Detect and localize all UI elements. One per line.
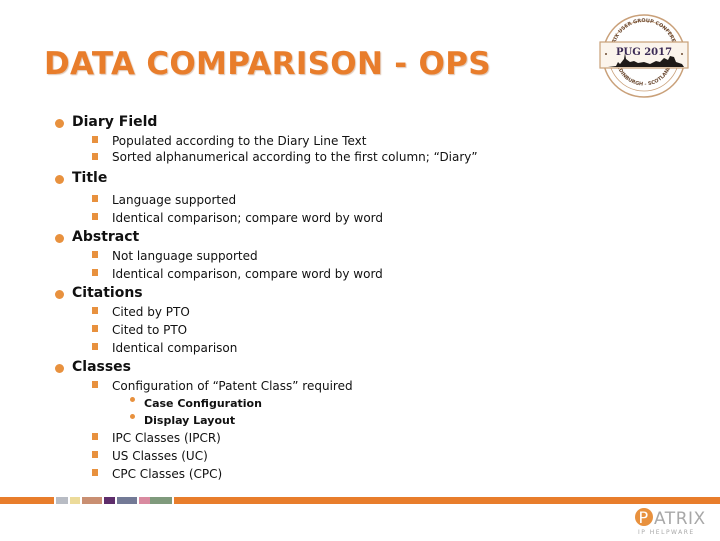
square-bullet-icon [92, 136, 98, 143]
footer-swatch [0, 497, 54, 504]
footer-swatch [104, 497, 115, 504]
list-item-text: CPC Classes (CPC) [112, 467, 223, 481]
section-abstract: Abstract [52, 227, 652, 247]
svg-text:P: P [639, 508, 649, 527]
list-item-text: IPC Classes (IPCR) [112, 431, 221, 445]
small-dot-bullet-icon [130, 397, 135, 402]
badge-label: PUG 2017 [616, 47, 672, 58]
patrix-logo-icon: P ATRIX IP HELPWARE [632, 505, 716, 537]
footer-swatch [70, 497, 80, 504]
list-item: Identical comparison; compare word by wo… [52, 209, 652, 227]
list-item: Configuration of “Patent Class” required [52, 377, 652, 395]
section-heading: Abstract [72, 229, 140, 245]
section-heading: Citations [72, 285, 143, 301]
list-item-text: Cited to PTO [112, 323, 188, 337]
brand-tagline: IP HELPWARE [638, 529, 695, 536]
section-heading: Classes [72, 359, 132, 375]
list-item: Populated according to the Diary Line Te… [52, 132, 652, 150]
section-heading: Diary Field [72, 114, 158, 130]
list-item: Cited by PTO [52, 303, 652, 321]
list-item-text: US Classes (UC) [112, 449, 208, 463]
square-bullet-icon [92, 343, 98, 350]
list-item-text: Configuration of “Patent Class” required [112, 379, 353, 393]
footer-swatch [174, 497, 720, 504]
square-bullet-icon [92, 195, 98, 202]
list-item: Not language supported [52, 247, 652, 265]
square-bullet-icon [92, 153, 98, 160]
sub-list-item-text: Case Configuration [144, 397, 262, 410]
bullet-dot-icon [55, 175, 64, 184]
square-bullet-icon [92, 251, 98, 258]
footer-swatch [150, 497, 172, 504]
list-item: IPC Classes (IPCR) [52, 429, 652, 447]
list-item: Identical comparison [52, 339, 652, 357]
brand-name: ATRIX [654, 509, 706, 529]
sub-list-item-text: Display Layout [144, 414, 236, 427]
bullet-dot-icon [55, 234, 64, 243]
section-citations: Citations [52, 283, 652, 303]
list-item-text: Populated according to the Diary Line Te… [112, 134, 367, 148]
square-bullet-icon [92, 213, 98, 220]
slide-title: DATA COMPARISON - OPS [44, 46, 491, 82]
list-item: Identical comparison, compare word by wo… [52, 265, 652, 283]
bullet-dot-icon [55, 364, 64, 373]
list-item-text: Identical comparison [112, 341, 238, 355]
sub-list-item: Case Configuration [52, 395, 652, 412]
list-item-text: Identical comparison, compare word by wo… [112, 267, 383, 281]
footer-swatch [117, 497, 137, 504]
bullet-list: Diary Field Populated according to the D… [52, 112, 652, 483]
bullet-dot-icon [55, 119, 64, 128]
bullet-dot-icon [55, 290, 64, 299]
list-item: Cited to PTO [52, 321, 652, 339]
square-bullet-icon [92, 469, 98, 476]
square-bullet-icon [92, 307, 98, 314]
square-bullet-icon [92, 269, 98, 276]
list-item: Language supported [52, 191, 652, 209]
list-item-text: Sorted alphanumerical according to the f… [112, 150, 478, 164]
sub-list-item: Display Layout [52, 412, 652, 429]
list-item-text: Language supported [112, 193, 237, 207]
list-item-text: Cited by PTO [112, 305, 190, 319]
footer-swatch [56, 497, 68, 504]
section-diary-field: Diary Field [52, 112, 652, 132]
section-title: Title [52, 168, 652, 188]
list-item: CPC Classes (CPC) [52, 465, 652, 483]
list-item: Sorted alphanumerical according to the f… [52, 150, 652, 164]
list-item: US Classes (UC) [52, 447, 652, 465]
footer-swatch [82, 497, 102, 504]
section-heading: Title [72, 170, 108, 186]
square-bullet-icon [92, 451, 98, 458]
footer-swatch [139, 497, 150, 504]
list-item-text: Not language supported [112, 249, 258, 263]
section-classes: Classes [52, 357, 652, 377]
small-dot-bullet-icon [130, 414, 135, 419]
square-bullet-icon [92, 325, 98, 332]
pug-2017-badge-icon: PATRIX USER GROUP CONFERENCE EDINBURGH -… [596, 8, 690, 100]
square-bullet-icon [92, 381, 98, 388]
square-bullet-icon [92, 433, 98, 440]
footer-color-strip [0, 497, 720, 504]
list-item-text: Identical comparison; compare word by wo… [112, 211, 384, 225]
